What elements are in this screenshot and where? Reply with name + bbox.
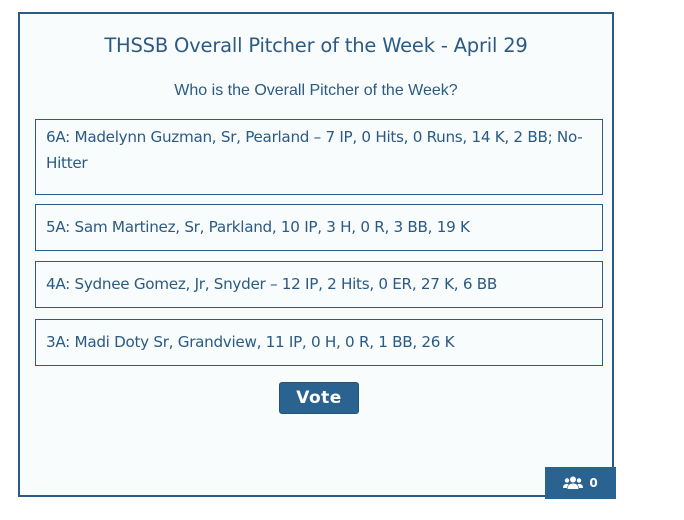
poll-title: THSSB Overall Pitcher of the Week - Apri…	[104, 34, 528, 57]
poll-option-4a[interactable]: 4A: Sydnee Gomez, Jr, Snyder – 12 IP, 2 …	[35, 261, 603, 308]
poll-option-5a[interactable]: 5A: Sam Martinez, Sr, Parkland, 10 IP, 3…	[35, 204, 603, 251]
poll-question: Who is the Overall Pitcher of the Week?	[174, 82, 458, 99]
vote-button[interactable]: Vote	[279, 382, 359, 414]
poll-option-3a[interactable]: 3A: Madi Doty Sr, Grandview, 11 IP, 0 H,…	[35, 319, 603, 366]
results-count: 0	[589, 476, 598, 490]
poll-widget: THSSB Overall Pitcher of the Week - Apri…	[18, 12, 616, 499]
results-button[interactable]: 0	[545, 467, 616, 499]
users-icon	[563, 476, 584, 490]
poll-option-6a[interactable]: 6A: Madelynn Guzman, Sr, Pearland – 7 IP…	[35, 119, 603, 195]
